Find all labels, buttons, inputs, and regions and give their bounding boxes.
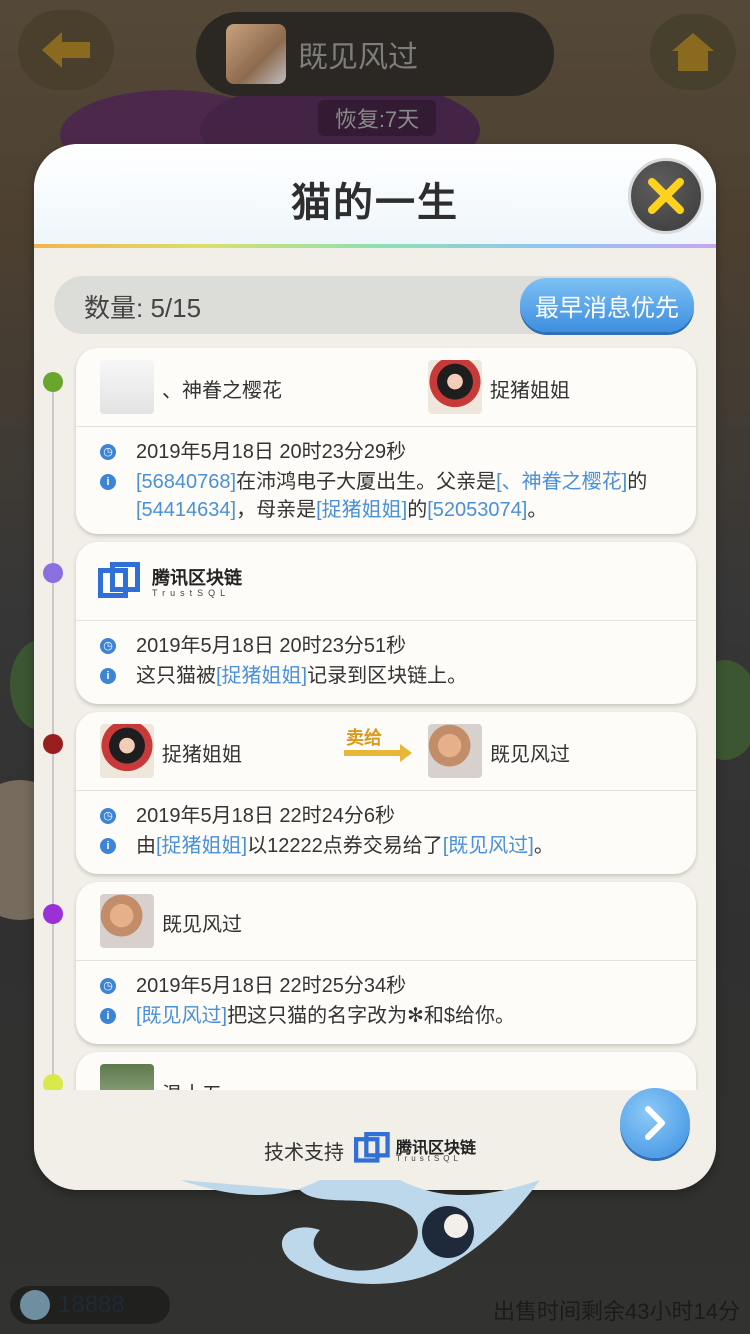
- owner-name: 既见风过: [298, 41, 418, 74]
- detail-text: 记录到区块链上。: [307, 665, 468, 687]
- user-avatar[interactable]: [100, 894, 154, 948]
- detail-link[interactable]: [56840768]: [136, 471, 236, 493]
- timeline-dot: [43, 904, 63, 924]
- count-bar: 数量: 5/15 最早消息优先: [54, 276, 694, 334]
- event-time: 2019年5月18日 20时23分51秒: [136, 635, 407, 657]
- recover-label: 恢复:7天: [318, 100, 436, 136]
- detail-text: 在沛鸿电子大厦出生。父亲是: [236, 471, 497, 493]
- detail-text: ，母亲是: [236, 499, 317, 521]
- logo-sub: TrustSQL: [152, 588, 231, 598]
- mother-name[interactable]: 捉猪姐姐: [490, 374, 570, 403]
- buyer-avatar[interactable]: [428, 724, 482, 778]
- decorative-wave: [180, 1180, 540, 1284]
- detail-link[interactable]: [捉猪姐姐]: [316, 499, 407, 521]
- info-icon: i: [100, 668, 116, 684]
- sort-earliest-button[interactable]: 最早消息优先: [520, 278, 694, 332]
- detail-link[interactable]: [、神眷之樱花]: [496, 471, 627, 493]
- detail-link[interactable]: [捉猪姐姐]: [216, 665, 307, 687]
- coin-icon: [20, 1290, 50, 1320]
- sell-arrow-icon: [344, 744, 412, 762]
- arrow-left-icon: [42, 32, 90, 68]
- clock-icon: ◷: [100, 978, 116, 994]
- close-button[interactable]: [628, 158, 704, 234]
- detail-text: 由: [136, 835, 156, 857]
- user-name[interactable]: 既见风过: [162, 908, 242, 937]
- event-card-birth: 、神眷之樱花 捉猪姐姐 ◷ 2019年5月18日 20时23分29秒 i [56…: [76, 348, 696, 534]
- timeline-dot: [43, 372, 63, 392]
- tencent-blockchain-logo-icon: [98, 562, 144, 602]
- detail-text: 把这只猫的名字改为✻和$给你。: [227, 1005, 516, 1027]
- info-icon: i: [100, 474, 116, 490]
- clock-icon: ◷: [100, 808, 116, 824]
- count-label: 数量: 5/15: [84, 293, 202, 323]
- event-time: 2019年5月18日 20时23分29秒: [136, 441, 407, 463]
- detail-link[interactable]: [既见风过]: [443, 835, 534, 857]
- timeline-dot: [43, 563, 63, 583]
- detail-text: 以12222点券交易给了: [247, 835, 443, 857]
- modal-title: 猫的一生: [291, 181, 459, 225]
- home-button[interactable]: [650, 14, 736, 90]
- header-divider: [34, 244, 716, 248]
- info-icon: i: [100, 838, 116, 854]
- detail-link[interactable]: [54414634]: [136, 499, 236, 521]
- coin-count: 18888: [58, 1291, 125, 1318]
- owner-avatar: [226, 24, 286, 84]
- clock-icon: ◷: [100, 444, 116, 460]
- next-button[interactable]: [620, 1088, 690, 1158]
- father-name[interactable]: 、神眷之樱花: [162, 374, 282, 403]
- back-button[interactable]: [18, 10, 114, 90]
- seller-name[interactable]: 捉猪姐姐: [162, 738, 242, 767]
- buyer-name[interactable]: 既见风过: [490, 738, 570, 767]
- mother-avatar[interactable]: [428, 360, 482, 414]
- event-card-sale: 捉猪姐姐 卖给 既见风过 ◷ 2019年5月18日 22时24分6秒 i 由[捉…: [76, 712, 696, 874]
- footer-logo-sub: TrustSQL: [396, 1154, 462, 1163]
- clock-icon: ◷: [100, 638, 116, 654]
- home-icon: [672, 33, 714, 71]
- event-time: 2019年5月18日 22时24分6秒: [136, 805, 396, 827]
- close-icon: [648, 178, 684, 214]
- detail-text: 。: [533, 835, 554, 857]
- event-detail: 这只猫被[捉猪姐姐]记录到区块链上。: [136, 662, 676, 690]
- chevron-right-icon: [645, 1106, 665, 1140]
- event-detail: [既见风过]把这只猫的名字改为✻和$给你。: [136, 1002, 676, 1030]
- cat-life-modal: 猫的一生 数量: 5/15 最早消息优先 、神眷之樱花 捉猪姐姐 ◷ 2019年…: [34, 144, 716, 1190]
- cat-owner-header: 既见风过: [196, 12, 554, 96]
- event-card-blockchain: 腾讯区块链 TrustSQL ◷ 2019年5月18日 20时23分51秒 i …: [76, 542, 696, 704]
- detail-link[interactable]: [既见风过]: [136, 1005, 227, 1027]
- event-card-rename: 既见风过 ◷ 2019年5月18日 22时25分34秒 i [既见风过]把这只猫…: [76, 882, 696, 1044]
- event-time: 2019年5月18日 22时25分34秒: [136, 975, 407, 997]
- timeline-dot: [43, 734, 63, 754]
- detail-text: 这只猫被: [136, 665, 216, 687]
- event-detail: 由[捉猪姐姐]以12222点券交易给了[既见风过]。: [136, 832, 676, 860]
- sell-label: 卖给: [346, 728, 382, 748]
- seller-avatar[interactable]: [100, 724, 154, 778]
- father-avatar[interactable]: [100, 360, 154, 414]
- logo-name: 腾讯区块链: [152, 568, 242, 588]
- event-detail: [56840768]在沛鸿电子大厦出生。父亲是[、神眷之樱花]的[5441463…: [136, 468, 676, 524]
- detail-link[interactable]: [52053074]: [427, 499, 527, 521]
- info-icon: i: [100, 1008, 116, 1024]
- tencent-blockchain-logo-icon: [354, 1132, 390, 1163]
- coin-balance: 18888: [10, 1286, 170, 1324]
- detail-text: 的: [627, 471, 648, 493]
- sell-time-remaining: 出售时间剩余43小时14分: [493, 1299, 740, 1324]
- detail-text: 。: [527, 499, 548, 521]
- detail-text: 的: [407, 499, 428, 521]
- detail-link[interactable]: [捉猪姐姐]: [156, 835, 247, 857]
- support-label: 技术支持: [264, 1142, 344, 1164]
